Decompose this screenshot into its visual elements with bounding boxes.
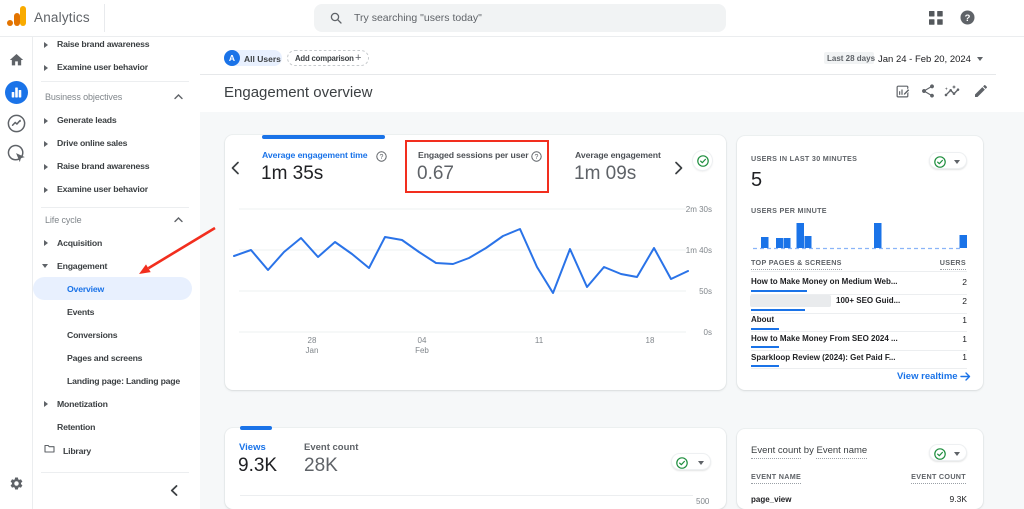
- svg-text:04: 04: [418, 336, 427, 345]
- svg-text:?: ?: [380, 154, 384, 161]
- svg-text:18: 18: [646, 336, 655, 345]
- svg-text:2m 30s: 2m 30s: [686, 205, 712, 214]
- svg-text:Feb: Feb: [415, 346, 429, 355]
- svg-text:11: 11: [535, 336, 544, 345]
- svg-text:1m 40s: 1m 40s: [686, 246, 712, 255]
- svg-text:?: ?: [965, 13, 971, 24]
- svg-text:0s: 0s: [704, 328, 712, 337]
- svg-text:28: 28: [308, 336, 317, 345]
- svg-text:Jan: Jan: [306, 346, 319, 355]
- svg-text:50s: 50s: [699, 287, 712, 296]
